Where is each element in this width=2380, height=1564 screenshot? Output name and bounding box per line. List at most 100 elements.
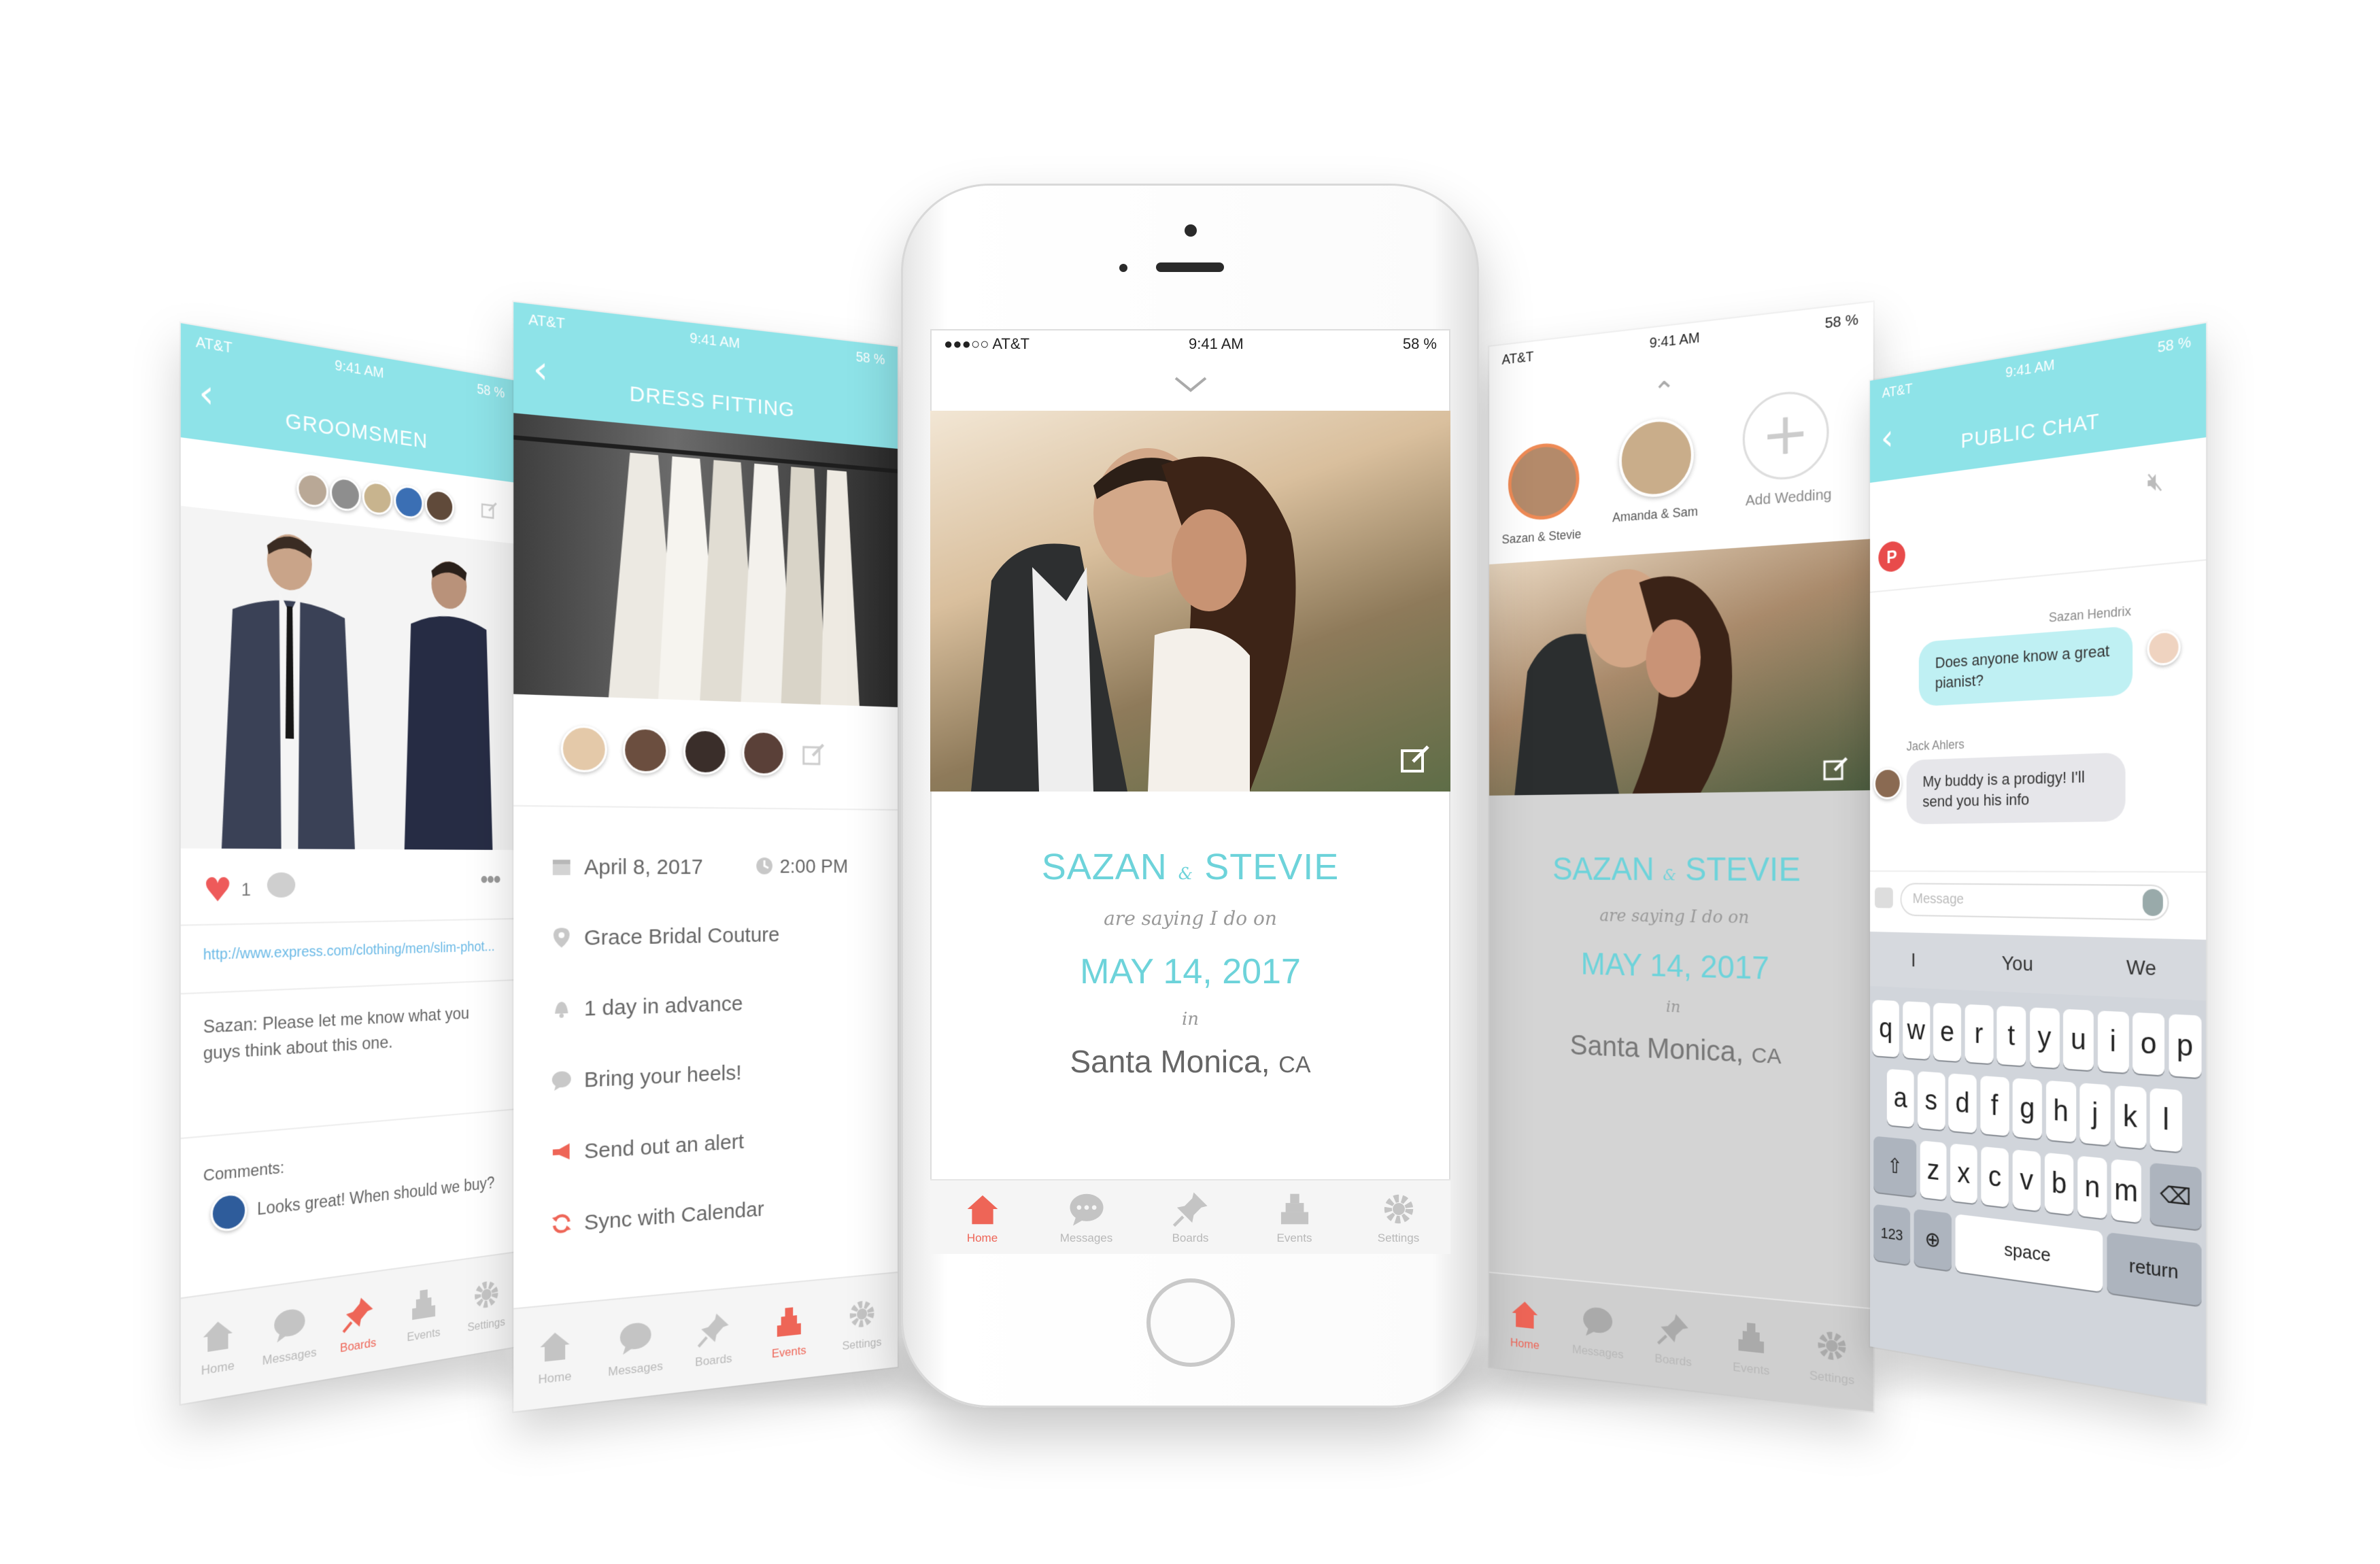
comments-label: Comments: <box>203 1158 285 1185</box>
key-p[interactable]: p <box>2168 1014 2202 1078</box>
tab-messages[interactable]: Messages <box>254 1279 324 1391</box>
avatar[interactable] <box>394 483 424 520</box>
key-a[interactable]: a <box>1886 1068 1914 1127</box>
tab-settings[interactable]: Settings <box>456 1253 517 1357</box>
key-w[interactable]: w <box>1902 1001 1930 1059</box>
edit-icon[interactable] <box>480 498 498 522</box>
home-button[interactable] <box>1146 1278 1235 1367</box>
tab-settings[interactable]: Settings <box>826 1273 898 1375</box>
key-s[interactable]: s <box>1917 1071 1945 1131</box>
key-r[interactable]: r <box>1965 1004 1994 1064</box>
tab-home[interactable]: Home <box>513 1302 596 1412</box>
suggestion[interactable]: You <box>2002 952 2033 976</box>
guest-avatar[interactable] <box>622 726 668 774</box>
mute-icon[interactable]: 🔇︎ <box>2147 466 2163 499</box>
send-alert[interactable]: Send out an alert <box>584 1130 744 1165</box>
wedding-selected[interactable] <box>1508 440 1580 522</box>
edit-icon[interactable] <box>1399 743 1432 775</box>
guest-avatar[interactable] <box>742 730 785 777</box>
avatar[interactable] <box>330 475 361 513</box>
avatar[interactable] <box>425 488 454 524</box>
key-j[interactable]: j <box>2079 1083 2111 1146</box>
guest-avatar[interactable] <box>683 728 728 775</box>
avatar[interactable] <box>362 479 393 517</box>
sync-calendar[interactable]: Sync with Calendar <box>584 1197 764 1236</box>
tab-home[interactable]: Home <box>930 1180 1034 1254</box>
tab-events[interactable]: Events <box>1712 1294 1791 1402</box>
add-wedding-button[interactable]: + <box>1742 388 1829 483</box>
key-l[interactable]: l <box>2149 1087 2183 1153</box>
battery: 58 % <box>855 349 885 368</box>
event-location[interactable]: Grace Bridal Couture <box>584 923 780 951</box>
chat-bubble-icon <box>619 1321 651 1355</box>
key-d[interactable]: d <box>1948 1073 1977 1134</box>
key-e[interactable]: e <box>1933 1002 1961 1062</box>
tab-boards[interactable]: Boards <box>1635 1287 1712 1393</box>
key-b[interactable]: b <box>2044 1152 2074 1215</box>
event-reminder[interactable]: 1 day in advance <box>584 992 743 1021</box>
tab-events[interactable]: Events <box>751 1280 826 1384</box>
edit-icon[interactable] <box>801 740 828 768</box>
chat-bubble-icon <box>274 1307 305 1343</box>
event-note[interactable]: Bring your heels! <box>584 1061 742 1093</box>
calendar-icon <box>552 860 571 875</box>
clock: 9:41 AM <box>2005 356 2055 381</box>
tab-boards[interactable]: Boards <box>324 1270 392 1380</box>
sensor <box>1119 264 1127 272</box>
tab-home[interactable]: Home <box>1489 1273 1561 1375</box>
like-icon[interactable]: ♥ <box>203 871 233 910</box>
expand-button[interactable] <box>1875 887 1893 908</box>
name-two: STEVIE <box>1204 847 1340 887</box>
edit-icon[interactable] <box>1822 753 1851 783</box>
tab-messages[interactable]: Messages <box>1034 1180 1138 1254</box>
key-k[interactable]: k <box>2114 1085 2146 1149</box>
pinterest-icon[interactable]: P <box>1878 540 1905 573</box>
tab-messages[interactable]: Messages <box>596 1294 675 1402</box>
avatar[interactable] <box>296 471 329 509</box>
event-date[interactable]: April 8, 2017 <box>584 855 703 880</box>
key-i[interactable]: i <box>2097 1010 2129 1073</box>
tab-settings[interactable]: Settings <box>1791 1302 1873 1412</box>
guest-avatar[interactable] <box>560 725 607 773</box>
delete-key[interactable]: ⌫ <box>2149 1162 2202 1230</box>
key-o[interactable]: o <box>2132 1012 2165 1076</box>
add-wedding-label: Add Wedding <box>1745 486 1832 509</box>
key-v[interactable]: v <box>2012 1149 2041 1212</box>
divider <box>180 918 517 926</box>
tab-events[interactable]: Events <box>1242 1180 1346 1254</box>
tab-label: Messages <box>262 1345 317 1368</box>
event-time[interactable]: 2:00 PM <box>780 855 848 878</box>
tab-settings[interactable]: Settings <box>1346 1180 1450 1254</box>
speaker-grille <box>1156 262 1224 272</box>
wedding-option[interactable] <box>1618 415 1694 500</box>
comment-icon[interactable] <box>267 872 296 898</box>
tab-events[interactable]: Events <box>392 1261 456 1367</box>
key-q[interactable]: q <box>1872 1000 1899 1057</box>
shift-key[interactable]: ⇧ <box>1873 1136 1917 1197</box>
key-z[interactable]: z <box>1920 1140 1947 1201</box>
key-x[interactable]: x <box>1950 1143 1977 1204</box>
key-y[interactable]: y <box>2029 1007 2060 1068</box>
key-m[interactable]: m <box>2111 1159 2141 1223</box>
chevron-down-icon[interactable] <box>1173 375 1208 393</box>
suggestion[interactable]: We <box>2126 955 2156 981</box>
suggestion[interactable]: I <box>1911 949 1916 972</box>
tab-boards[interactable]: Boards <box>1138 1180 1242 1254</box>
chevron-up-icon[interactable]: ⌃ <box>1652 375 1676 409</box>
key-u[interactable]: u <box>2063 1008 2094 1071</box>
tab-boards[interactable]: Boards <box>675 1287 752 1393</box>
microphone-icon[interactable] <box>2142 889 2163 917</box>
key-f[interactable]: f <box>1979 1075 2009 1136</box>
numbers-key[interactable]: 123 <box>1873 1204 1911 1265</box>
key-h[interactable]: h <box>2045 1080 2076 1142</box>
more-icon[interactable]: ••• <box>480 865 500 894</box>
tab-label: Messages <box>1572 1342 1624 1362</box>
key-t[interactable]: t <box>1996 1006 2026 1066</box>
key-n[interactable]: n <box>2077 1155 2107 1219</box>
key-c[interactable]: c <box>1981 1146 2009 1208</box>
tab-home[interactable]: Home <box>181 1289 254 1404</box>
globe-key[interactable]: ⊕ <box>1914 1208 1952 1271</box>
tab-messages[interactable]: Messages <box>1561 1280 1635 1384</box>
key-g[interactable]: g <box>2012 1078 2042 1140</box>
product-link[interactable]: http://www.express.com/clothing/men/slim… <box>203 939 495 964</box>
